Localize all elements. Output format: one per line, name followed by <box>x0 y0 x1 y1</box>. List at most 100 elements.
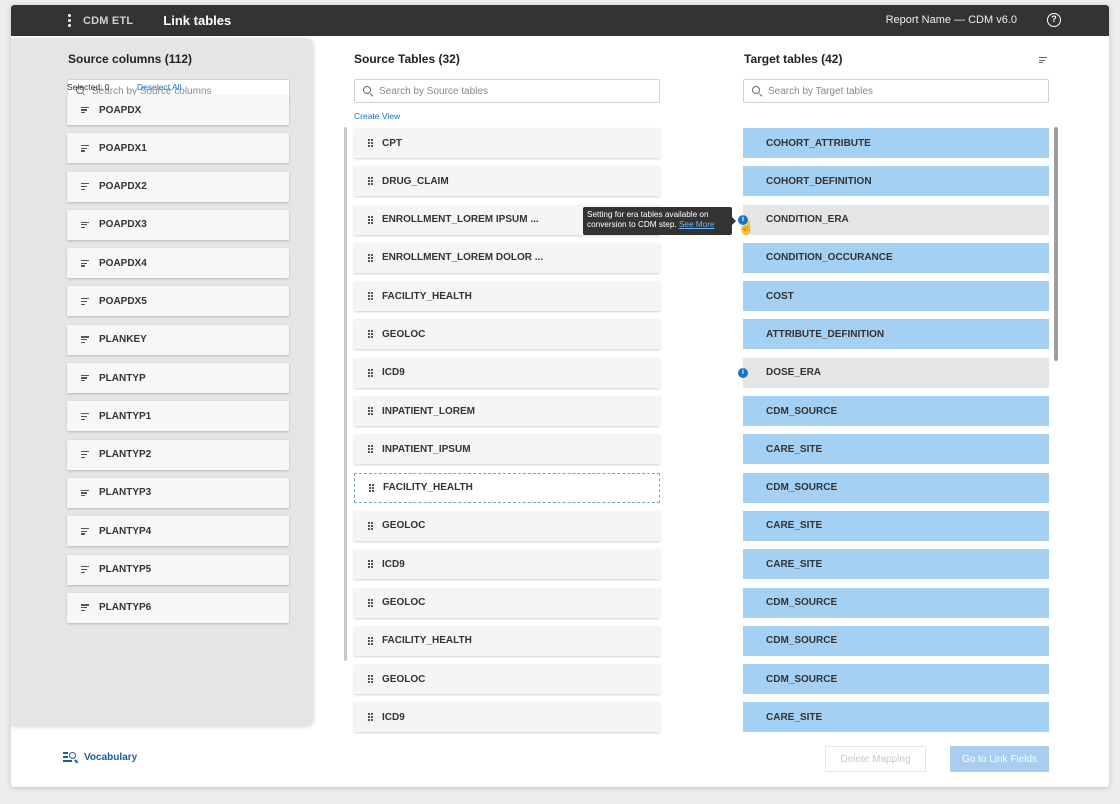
menu-icon[interactable] <box>58 14 80 27</box>
target-table-item[interactable]: CARE_SITE <box>743 510 1049 541</box>
target-table-item[interactable]: COHORT_DEFINITION <box>743 166 1049 197</box>
target-table-label: COHORT_DEFINITION <box>766 175 872 187</box>
source-column-item[interactable]: PLANTYP5 <box>67 554 289 585</box>
drag-handle-icon[interactable] <box>368 407 373 416</box>
target-table-item[interactable]: CDM_SOURCE <box>743 396 1049 427</box>
target-table-item[interactable]: CARE_SITE <box>743 434 1049 465</box>
info-icon[interactable]: i <box>738 367 748 378</box>
source-column-label: POAPDX1 <box>99 142 147 154</box>
source-column-item[interactable]: POAPDX1 <box>67 133 289 164</box>
help-icon[interactable]: ? <box>1047 13 1061 27</box>
source-table-label: CPT <box>382 137 402 149</box>
source-column-item[interactable]: PLANTYP <box>67 363 289 394</box>
source-column-item[interactable]: POAPDX3 <box>67 209 289 240</box>
source-table-item[interactable]: GEOLOC <box>354 510 660 541</box>
target-table-item[interactable]: CDM_SOURCE <box>743 472 1049 503</box>
source-column-item[interactable]: PLANTYP1 <box>67 401 289 432</box>
target-tables-search[interactable] <box>743 79 1049 103</box>
source-column-item[interactable]: PLANTYP2 <box>67 439 289 470</box>
source-table-item[interactable]: GEOLOC <box>354 664 660 695</box>
target-table-item[interactable]: CDM_SOURCE <box>743 625 1049 656</box>
vocabulary-button[interactable]: Vocabulary <box>63 751 137 764</box>
source-column-item[interactable]: POAPDX2 <box>67 171 289 202</box>
source-column-item[interactable]: POAPDX5 <box>67 286 289 317</box>
source-table-item[interactable]: ICD9 <box>354 357 660 388</box>
drag-handle-icon[interactable] <box>368 215 373 224</box>
target-table-item[interactable]: CARE_SITE <box>743 549 1049 580</box>
source-table-item[interactable]: FACILITY_HEALTH <box>354 281 660 312</box>
source-table-label: ICD9 <box>382 558 405 570</box>
source-column-label: PLANTYP5 <box>99 564 152 576</box>
source-table-item[interactable]: ENROLLMENT_LOREM DOLOR ... <box>354 242 660 273</box>
delete-mapping-button[interactable]: Delete Mapping <box>825 746 926 772</box>
drag-handle-icon[interactable] <box>368 636 373 645</box>
target-table-label: CDM_SOURCE <box>766 673 838 685</box>
source-column-item[interactable]: PLANTYP3 <box>67 477 289 508</box>
source-table-label: ENROLLMENT_LOREM IPSUM ... <box>382 214 539 226</box>
go-to-link-fields-button[interactable]: Go to Link Fields <box>950 746 1049 772</box>
deselect-all-link[interactable]: Deselect All <box>137 82 181 92</box>
source-column-label: PLANTYP2 <box>99 449 152 461</box>
target-table-item[interactable]: CONDITION_OCCURANCE <box>743 242 1049 273</box>
drag-handle-icon[interactable] <box>368 713 373 722</box>
source-tables-scrollbar[interactable] <box>344 127 347 661</box>
source-columns-title: Source columns (112) <box>68 52 193 66</box>
source-table-label: GEOLOC <box>382 520 426 532</box>
drag-handle-icon[interactable] <box>368 675 373 684</box>
column-lines-icon <box>81 144 89 152</box>
source-column-item[interactable]: PLANTYP4 <box>67 516 289 547</box>
report-name: Report Name — CDM v6.0 <box>885 14 1017 26</box>
drag-handle-icon[interactable] <box>368 292 373 301</box>
target-table-item[interactable]: COHORT_ATTRIBUTE <box>743 128 1049 158</box>
hand-cursor-icon: ☝ <box>738 220 755 235</box>
source-column-item[interactable]: POAPDX4 <box>67 248 289 279</box>
column-lines-icon <box>81 374 89 382</box>
drag-handle-icon[interactable] <box>368 139 373 147</box>
source-tables-search-input[interactable] <box>379 85 569 97</box>
target-table-label: CARE_SITE <box>766 443 823 455</box>
drag-handle-icon[interactable] <box>368 368 373 377</box>
sort-icon[interactable] <box>1039 57 1047 64</box>
target-table-item[interactable]: CDM_SOURCE <box>743 664 1049 695</box>
source-table-label: FACILITY_HEALTH <box>382 290 472 302</box>
target-table-item[interactable]: CARE_SITE <box>743 702 1049 733</box>
target-table-label: CDM_SOURCE <box>766 597 838 609</box>
app-name: CDM ETL <box>83 14 134 27</box>
source-column-label: PLANTYP4 <box>99 525 152 537</box>
target-table-item[interactable]: CDM_SOURCE <box>743 587 1049 618</box>
drag-handle-icon[interactable] <box>368 521 373 530</box>
create-view-link[interactable]: Create View <box>354 111 400 121</box>
source-table-item[interactable]: GEOLOC <box>354 587 660 618</box>
column-lines-icon <box>81 221 89 229</box>
source-table-item[interactable]: FACILITY_HEALTH <box>354 472 660 503</box>
see-more-link[interactable]: See More <box>679 220 715 229</box>
source-column-item[interactable]: POAPDX <box>67 95 289 125</box>
source-table-item[interactable]: DRUG_CLAIM <box>354 166 660 197</box>
drag-handle-icon[interactable] <box>368 330 373 339</box>
source-table-item[interactable]: INPATIENT_LOREM <box>354 396 660 427</box>
target-table-item[interactable]: i DOSE_ERA <box>738 357 1049 388</box>
target-table-item[interactable]: ATTRIBUTE_DEFINITION <box>743 319 1049 350</box>
top-bar: CDM ETL Link tables Report Name — CDM v6… <box>11 5 1109 36</box>
source-tables-search[interactable] <box>354 79 660 103</box>
target-tables-search-input[interactable] <box>768 85 958 97</box>
source-table-item[interactable]: FACILITY_HEALTH <box>354 625 660 656</box>
target-tables-scrollbar[interactable] <box>1054 127 1058 361</box>
source-column-item[interactable]: PLANTYP6 <box>67 592 289 623</box>
target-table-item[interactable]: COST <box>743 281 1049 312</box>
source-column-item[interactable]: PLANKEY <box>67 324 289 355</box>
source-table-item[interactable]: INPATIENT_IPSUM <box>354 434 660 465</box>
target-table-item[interactable]: i CONDITION_ERA <box>738 204 1049 235</box>
source-table-item[interactable]: ICD9 <box>354 702 660 733</box>
target-table-label: CDM_SOURCE <box>766 482 838 494</box>
source-table-item[interactable]: CPT <box>354 128 660 158</box>
drag-handle-icon[interactable] <box>369 483 374 492</box>
source-table-item[interactable]: ICD9 <box>354 549 660 580</box>
drag-handle-icon[interactable] <box>368 177 373 186</box>
drag-handle-icon[interactable] <box>368 445 373 454</box>
drag-handle-icon[interactable] <box>368 253 373 262</box>
drag-handle-icon[interactable] <box>368 560 373 569</box>
source-table-item[interactable]: GEOLOC <box>354 319 660 350</box>
target-table-label: CARE_SITE <box>766 520 823 532</box>
drag-handle-icon[interactable] <box>368 598 373 607</box>
